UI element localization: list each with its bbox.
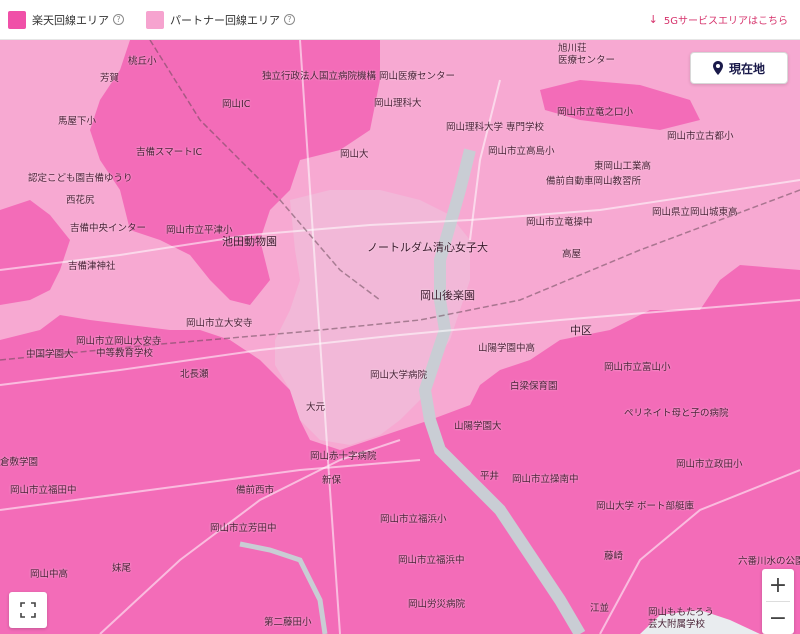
place-label: 岡山大学 ボート部艇庫 <box>596 501 695 512</box>
place-label: 芸大附属学校 <box>648 619 706 630</box>
place-label: 山陽学園大 <box>454 421 502 432</box>
place-label: 桃丘小 <box>128 56 157 67</box>
coverage-map[interactable]: 桃丘小 芳賀 馬屋下小 認定こども園吉備ゆうり 西花尻 吉備中央インター 吉備津… <box>0 40 800 634</box>
place-label: ペリネイト母と子の病院 <box>624 408 729 419</box>
place-label: 妹尾 <box>112 563 132 574</box>
place-label: 岡山市立福浜小 <box>380 514 447 525</box>
place-label: 大元 <box>306 402 326 413</box>
place-label: 吉備スマートIC <box>136 147 203 158</box>
place-label: 北長瀬 <box>180 369 209 380</box>
place-label: 岡山赤十字病院 <box>310 451 377 462</box>
legend-partner: パートナー回線エリア ? <box>146 10 295 29</box>
help-icon[interactable]: ? <box>284 14 295 25</box>
place-label: 認定こども園吉備ゆうり <box>28 173 133 184</box>
place-label: 岡山労災病院 <box>408 599 466 610</box>
place-label: 岡山大 <box>340 149 369 160</box>
place-label: 芳賀 <box>100 73 120 84</box>
rakuten-swatch <box>8 10 26 29</box>
partner-swatch <box>146 10 164 29</box>
place-label: 白梁保育園 <box>510 381 558 392</box>
place-label: 池田動物園 <box>222 235 277 248</box>
place-label: 六番川水の公園 <box>738 556 800 567</box>
place-label: 中等教育学校 <box>96 348 154 359</box>
place-label: 岡山市立高島小 <box>488 146 555 157</box>
zoom-out-button[interactable]: − <box>762 602 794 634</box>
place-label: 藤崎 <box>604 551 624 562</box>
fiveg-area-link[interactable]: ↓ 5Gサービスエリアはこちら <box>649 12 788 27</box>
place-label: 岡山市立操南中 <box>512 474 579 485</box>
place-label: 岡山大学病院 <box>370 370 428 381</box>
place-label: 岡山市立大安寺 <box>186 318 253 329</box>
place-label: 岡山市立古都小 <box>667 131 734 142</box>
place-label: 岡山市立竜操中 <box>526 217 593 228</box>
fullscreen-icon <box>20 602 36 618</box>
fullscreen-button[interactable] <box>9 592 47 628</box>
place-label: 倉敷学園 <box>0 457 39 468</box>
partner-label: パートナー回線エリア <box>170 13 280 27</box>
place-label: 岡山市立芳田中 <box>210 523 277 534</box>
place-label: 岡山IC <box>222 99 251 110</box>
current-location-button[interactable]: 現在地 <box>690 52 788 84</box>
place-label: 新保 <box>322 475 342 486</box>
place-label: 中国学園大 <box>26 349 74 360</box>
place-label: ノートルダム清心女子大 <box>367 241 488 254</box>
place-label: 医療センター <box>558 55 616 66</box>
location-pin-icon <box>712 61 723 75</box>
rakuten-label: 楽天回線エリア <box>32 13 109 27</box>
place-label: 岡山理科大学 専門学校 <box>446 122 545 133</box>
place-label: 山陽学園中高 <box>478 343 536 354</box>
place-label: 第二藤田小 <box>264 617 312 628</box>
legend-rakuten: 楽天回線エリア ? <box>8 10 124 29</box>
place-label: 中区 <box>570 324 592 337</box>
place-label: 岡山市立竜之口小 <box>557 107 634 118</box>
help-icon[interactable]: ? <box>113 14 124 25</box>
place-label: 岡山市立政田小 <box>676 459 743 470</box>
place-label: 岡山県立岡山城東高 <box>652 207 738 218</box>
place-label: 備前西市 <box>236 485 275 496</box>
place-label: 岡山後楽園 <box>420 289 475 302</box>
place-label: 西花尻 <box>66 195 95 206</box>
place-label: 岡山市立富山小 <box>604 362 671 373</box>
zoom-control: + − <box>762 569 794 634</box>
place-label: 馬屋下小 <box>58 116 97 127</box>
place-label: 東岡山工業高 <box>594 161 652 172</box>
fiveg-link-label[interactable]: 5Gサービスエリアはこちら <box>664 12 788 27</box>
coverage-legend: 楽天回線エリア ? パートナー回線エリア ? ↓ 5Gサービスエリアはこちら <box>0 0 800 40</box>
place-label: 吉備津神社 <box>68 261 116 272</box>
current-location-label: 現在地 <box>728 61 765 76</box>
place-label: 平井 <box>480 471 500 482</box>
place-label: 岡山市立福田中 <box>10 485 77 496</box>
down-arrow-icon: ↓ <box>648 13 658 26</box>
zoom-in-button[interactable]: + <box>762 569 794 601</box>
place-label: 岡山中高 <box>30 569 69 580</box>
place-label: 吉備中央インター <box>70 223 147 234</box>
place-label: 江並 <box>590 603 610 614</box>
place-label: 独立行政法人国立病院機構 岡山医療センター <box>262 71 456 82</box>
place-label: 岡山理科大 <box>374 98 422 109</box>
place-label: 岡山市立福浜中 <box>398 555 465 566</box>
place-label: 備前自動車岡山教習所 <box>546 176 642 187</box>
place-label: 高屋 <box>562 249 582 260</box>
